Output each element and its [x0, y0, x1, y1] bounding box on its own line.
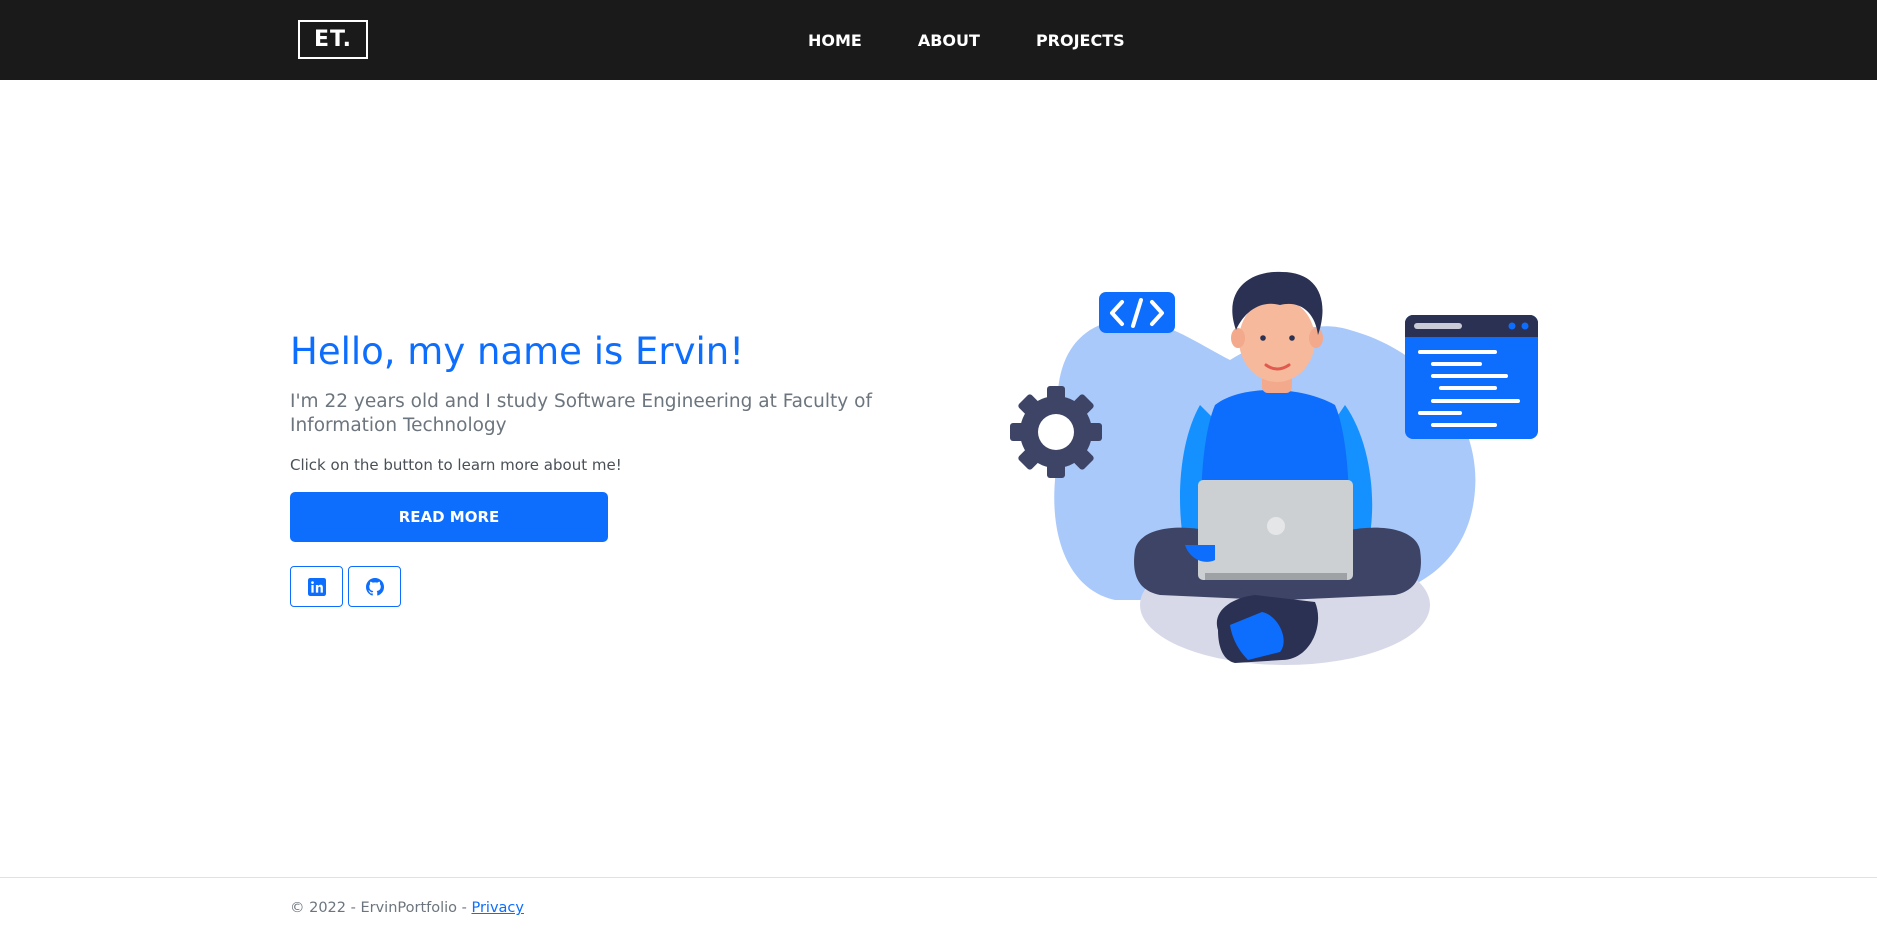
linkedin-icon: [307, 577, 326, 596]
footer-text: © 2022 - ErvinPortfolio - Privacy: [290, 900, 524, 916]
linkedin-button[interactable]: [290, 566, 343, 608]
read-more-button[interactable]: READ MORE: [290, 492, 608, 543]
hero-title: Hello, my name is Ervin!: [290, 330, 745, 373]
developer-illustration: [1010, 271, 1538, 665]
hero-section: Hello, my name is Ervin! I'm 22 years ol…: [290, 330, 910, 608]
nav-home[interactable]: HOME: [780, 31, 890, 50]
footer-copyright: © 2022 - ErvinPortfolio -: [290, 900, 472, 916]
logo[interactable]: ET.: [298, 20, 368, 59]
hero-subtitle: Click on the button to learn more about …: [290, 456, 622, 475]
gear-icon: [1010, 386, 1102, 478]
navbar: ET. HOME ABOUT PROJECTS: [0, 0, 1877, 80]
logo-text: ET.: [313, 26, 353, 52]
hero-lead: I'm 22 years old and I study Software En…: [290, 391, 872, 437]
nav-about[interactable]: ABOUT: [890, 31, 1008, 50]
nav-projects[interactable]: PROJECTS: [1008, 31, 1153, 50]
privacy-link[interactable]: Privacy: [471, 900, 524, 916]
nav-links: HOME ABOUT PROJECTS: [780, 0, 1153, 80]
github-icon: [365, 577, 384, 596]
code-tag-icon: [1099, 292, 1175, 333]
footer: © 2022 - ErvinPortfolio - Privacy: [0, 877, 1877, 939]
code-window-icon: [1405, 315, 1538, 439]
github-button[interactable]: [348, 566, 401, 608]
social-links: [290, 566, 910, 608]
